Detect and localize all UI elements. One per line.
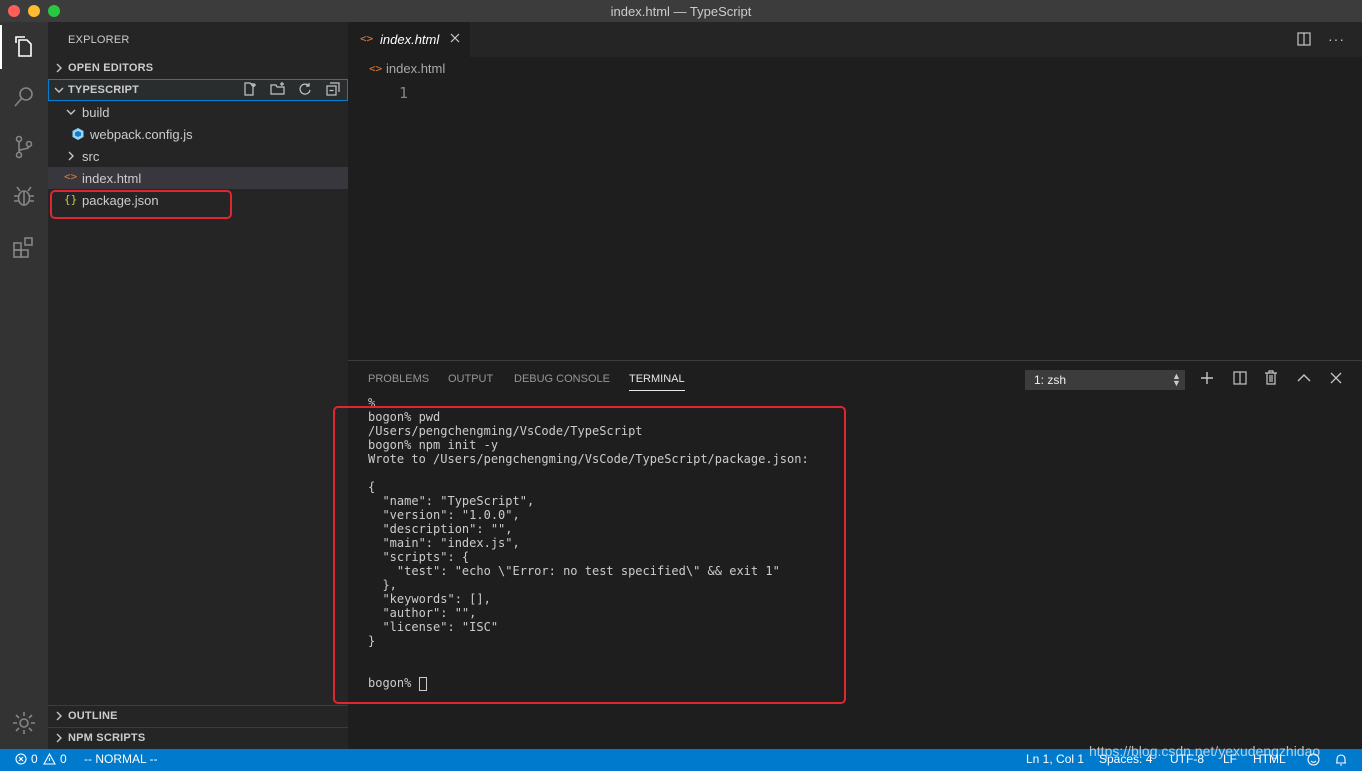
active-indicator — [0, 25, 2, 69]
more-actions-icon[interactable]: ··· — [1328, 31, 1345, 47]
window-title: index.html — TypeScript — [610, 4, 752, 19]
warning-icon[interactable] — [43, 753, 56, 765]
refresh-icon[interactable] — [298, 82, 312, 96]
html-icon: <> — [360, 32, 374, 45]
chevron-right-icon — [54, 711, 64, 721]
tab-index-html[interactable]: <> index.html — [348, 22, 470, 57]
close-icon[interactable] — [450, 33, 460, 43]
editor-area[interactable] — [348, 22, 1362, 360]
new-folder-icon[interactable] — [270, 82, 286, 96]
collapse-all-icon[interactable] — [326, 82, 340, 96]
tree-item-src[interactable]: src — [48, 145, 348, 167]
tree-label: index.html — [82, 171, 142, 186]
chevron-right-icon — [54, 63, 64, 73]
outline-header: OUTLINE — [68, 710, 118, 722]
terminal-select[interactable]: 1: zsh ▲ ▼ — [1025, 370, 1185, 390]
tab-label: index.html — [380, 32, 440, 47]
chevron-down-icon — [54, 85, 64, 95]
warning-count[interactable]: 0 — [60, 752, 67, 766]
explorer-title: EXPLORER — [68, 34, 130, 46]
watermark: https://blog.csdn.net/yexudengzhidao — [1089, 743, 1321, 759]
editor-tab-bar — [348, 22, 1362, 57]
html-icon: <> — [369, 62, 383, 75]
plus-icon[interactable] — [1200, 371, 1214, 385]
tree-item-webpack-config[interactable]: webpack.config.js — [48, 123, 348, 145]
bell-icon[interactable] — [1335, 753, 1347, 766]
debug-icon[interactable] — [8, 181, 40, 213]
chevron-right-icon — [54, 733, 64, 743]
cursor-position[interactable]: Ln 1, Col 1 — [1026, 752, 1084, 766]
terminal-select-value: 1: zsh — [1034, 373, 1067, 387]
files-icon[interactable] — [8, 31, 40, 63]
title-bar: index.html — TypeScript — [0, 0, 1362, 22]
tree-item-build[interactable]: build — [48, 101, 348, 123]
new-file-icon[interactable] — [242, 82, 256, 96]
gear-icon[interactable] — [8, 707, 40, 739]
html-icon: <> — [64, 170, 78, 183]
select-arrows-icon: ▲ ▼ — [1172, 371, 1181, 388]
trash-icon[interactable] — [1264, 370, 1278, 385]
split-editor-icon[interactable] — [1297, 32, 1311, 46]
highlight-box — [333, 406, 846, 704]
extensions-icon[interactable] — [8, 231, 40, 263]
tab-debug-console[interactable]: DEBUG CONSOLE — [514, 373, 610, 385]
open-editors-header: OPEN EDITORS — [68, 62, 154, 74]
close-panel-icon[interactable] — [1330, 372, 1342, 384]
tree-label: webpack.config.js — [90, 127, 193, 142]
tree-item-index-html[interactable]: <> index.html — [48, 167, 348, 189]
error-count[interactable]: 0 — [31, 752, 38, 766]
breadcrumb[interactable]: index.html — [386, 61, 445, 76]
split-terminal-icon[interactable] — [1233, 371, 1247, 385]
highlight-box — [50, 190, 232, 219]
chevron-right-icon — [66, 151, 76, 161]
line-number: 1 — [398, 84, 408, 102]
tree-label: build — [82, 105, 110, 120]
vim-mode: -- NORMAL -- — [84, 752, 158, 766]
active-tab-underline — [629, 390, 685, 391]
chevron-down-icon — [66, 107, 76, 117]
tab-problems[interactable]: PROBLEMS — [368, 373, 429, 385]
source-control-icon[interactable] — [8, 131, 40, 163]
project-name: TYPESCRIPT — [68, 84, 140, 96]
search-icon[interactable] — [8, 81, 40, 113]
tree-label: src — [82, 149, 100, 164]
tab-terminal[interactable]: TERMINAL — [629, 373, 685, 385]
error-icon[interactable] — [15, 753, 27, 765]
npm-scripts-header: NPM SCRIPTS — [68, 732, 146, 744]
tab-output[interactable]: OUTPUT — [448, 373, 493, 385]
webpack-icon — [72, 128, 84, 140]
chevron-up-icon[interactable] — [1297, 372, 1311, 384]
